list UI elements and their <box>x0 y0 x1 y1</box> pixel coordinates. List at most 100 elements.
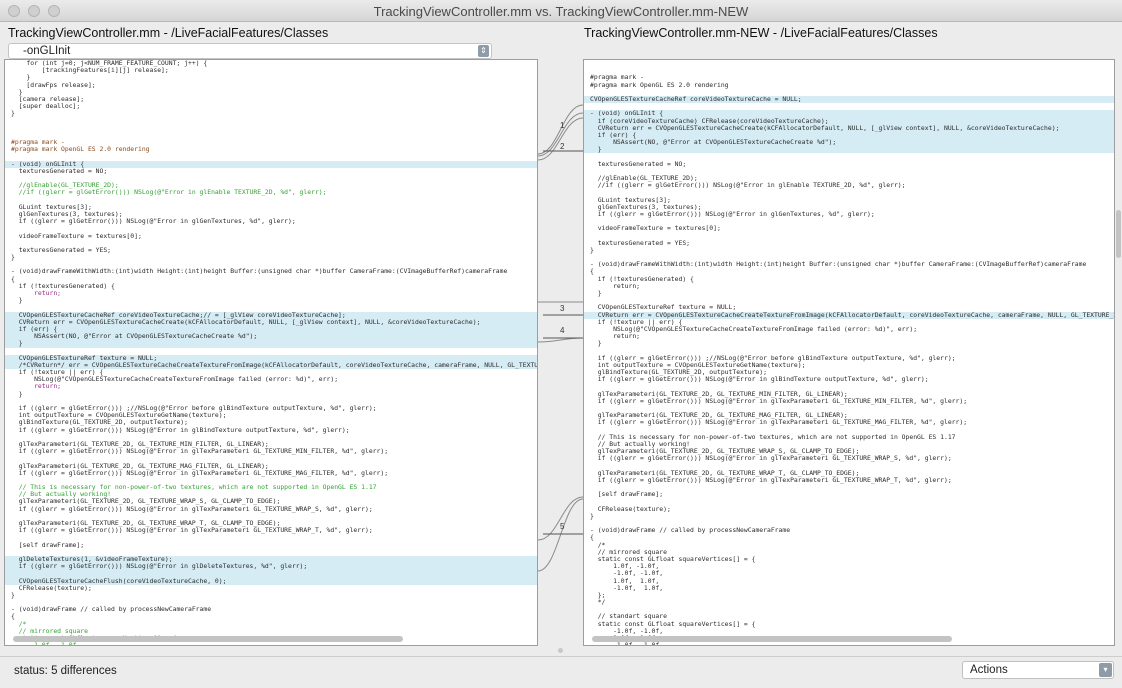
code-line: texturesGenerated = YES; <box>11 246 112 254</box>
code-line: - (void) onGLInit { <box>584 110 1114 118</box>
left-horizontal-scrollbar[interactable] <box>13 636 403 642</box>
code-line: #pragma mark - <box>11 139 65 147</box>
code-line: // This is necessary for non-power-of-tw… <box>11 484 377 492</box>
code-line: - (void)drawFrameWithWidth:(int)width He… <box>11 268 508 276</box>
status-bar: status: 5 differences Actions ▾ <box>0 656 1122 688</box>
chevron-down-icon: ▾ <box>1099 663 1112 677</box>
code-line: - (void)drawFrameWithWidth:(int)width He… <box>590 261 1087 269</box>
code-line: // But actually working! <box>590 440 691 448</box>
code-line: if ((glerr = glGetError())) NSLog(@"Erro… <box>590 376 929 384</box>
code-line: [drawFps release]; <box>11 81 96 89</box>
status-text: status: 5 differences <box>14 665 117 677</box>
code-line: CVOpenGLESTextureRef texture = NULL; <box>590 304 737 312</box>
code-line: { <box>11 613 15 621</box>
code-line: } <box>11 297 23 305</box>
diff-connector-5[interactable]: 5 <box>538 496 583 572</box>
code-line: CFRelease(texture); <box>11 584 92 592</box>
code-line: #pragma mark OpenGL ES 2.0 rendering <box>590 81 729 89</box>
code-line: return; <box>590 282 641 290</box>
code-line: return; <box>11 290 62 297</box>
code-line: return; <box>11 383 62 391</box>
code-line: videoFrameTexture = textures[0]; <box>590 225 721 233</box>
code-line: CVReturn err = CVOpenGLESTextureCacheCre… <box>5 318 537 326</box>
code-line: //if ((glerr = glGetError())) NSLog(@"Er… <box>11 189 327 197</box>
code-line: glTexParameteri(GL_TEXTURE_2D, GL_TEXTUR… <box>590 390 848 398</box>
code-line: CVOpenGLESTextureCacheRef coreVideoTextu… <box>5 311 537 319</box>
window-title: TrackingViewController.mm vs. TrackingVi… <box>373 4 749 19</box>
code-line: static const GLfloat squareVertices[] = … <box>590 620 756 628</box>
code-line: int outputTexture = CVOpenGLESTextureGet… <box>11 412 227 420</box>
code-line: } <box>5 340 537 348</box>
code-line: //glEnable(GL_TEXTURE_2D); <box>11 182 119 190</box>
code-line: [super dealloc]; <box>11 103 81 111</box>
code-line: glTexParameteri(GL_TEXTURE_2D, GL_TEXTUR… <box>11 498 281 506</box>
code-line: static const GLfloat squareVertices[] = … <box>590 555 756 563</box>
code-line: */ <box>590 599 606 607</box>
diff-connector-4[interactable]: 4 <box>538 326 583 343</box>
code-line: // But actually working! <box>11 491 112 499</box>
code-line: // standart square <box>590 613 667 621</box>
code-line: glTexParameteri(GL_TEXTURE_2D, GL_TEXTUR… <box>11 520 281 527</box>
code-line: for (int j=0; j<NUM_FRAME_FEATURE_COUNT;… <box>11 60 208 67</box>
function-popup[interactable]: -onGLInit ⇕ <box>8 43 492 59</box>
code-line: glTexParameteri(GL_TEXTURE_2D, GL_TEXTUR… <box>11 462 269 470</box>
diff-connector-1[interactable]: 1 <box>538 104 583 161</box>
code-line: NSAssert(NO, @"Error at CVOpenGLESTextur… <box>5 333 537 341</box>
right-code-pane[interactable]: #pragma mark - #pragma mark OpenGL ES 2.0… <box>583 59 1115 646</box>
code-line: } <box>11 88 23 96</box>
code-line: if ((glerr = glGetError())) NSLog(@"Erro… <box>590 397 968 405</box>
actions-popup[interactable]: Actions ▾ <box>962 661 1114 679</box>
right-file-path: TrackingViewController.mm-NEW - /LiveFac… <box>584 26 938 40</box>
right-horizontal-scrollbar[interactable] <box>592 636 952 642</box>
code-line: if ((glerr = glGetError())) NSLog(@"Erro… <box>590 455 952 463</box>
diff-marker-label: 2 <box>560 142 565 151</box>
code-line: texturesGenerated = NO; <box>11 167 108 175</box>
diff-connector-3[interactable]: 3 <box>538 301 583 316</box>
code-line: CVOpenGLESTextureCacheFlush(coreVideoTex… <box>5 577 537 585</box>
code-line: } <box>11 254 15 262</box>
code-line: -1.0f, -1.0f, <box>590 627 664 635</box>
code-line: if ((glerr = glGetError())) NSLog(@"Erro… <box>590 210 875 218</box>
diff-marker-label: 5 <box>560 522 565 531</box>
code-line: if ((glerr = glGetError())) NSLog(@"Erro… <box>11 448 389 456</box>
code-line: -1.0f, 1.0f, <box>584 642 1114 645</box>
vertical-scrollbar[interactable] <box>1116 210 1121 258</box>
code-line: } <box>11 390 23 398</box>
code-line: NSAssert(NO, @"Error at CVOpenGLESTextur… <box>584 139 1114 147</box>
split-handle[interactable] <box>558 648 563 653</box>
left-code-pane[interactable]: for (int j=0; j<NUM_FRAME_FEATURE_COUNT;… <box>4 59 538 646</box>
code-line: GLuint textures[3]; <box>590 196 671 204</box>
code-line: CVReturn err = CVOpenGLESTextureCacheCre… <box>584 124 1114 132</box>
code-line: glDeleteTextures(1, &videoFrameTexture); <box>5 555 537 564</box>
code-line: glGenTextures(3, textures); <box>590 203 702 211</box>
code-line: if (coreVideoTextureCache) CFRelease(cor… <box>584 117 1114 125</box>
code-line: /*CVReturn*/ err = CVOpenGLESTextureCach… <box>5 361 537 370</box>
code-line: if (!texturesGenerated) { <box>590 275 694 283</box>
code-line: #pragma mark - <box>590 74 644 82</box>
code-line: [trackingFeatures[i][j] release]; <box>11 67 169 75</box>
code-line: [self drawFrame]; <box>590 491 664 499</box>
code-line: texturesGenerated = YES; <box>590 239 691 247</box>
code-line: - (void)drawFrame // called by processNe… <box>11 606 212 614</box>
code-line: if ((glerr = glGetError())) NSLog(@"Erro… <box>590 476 952 484</box>
code-line: glTexParameteri(GL_TEXTURE_2D, GL_TEXTUR… <box>11 440 269 448</box>
code-line: { <box>590 534 594 542</box>
